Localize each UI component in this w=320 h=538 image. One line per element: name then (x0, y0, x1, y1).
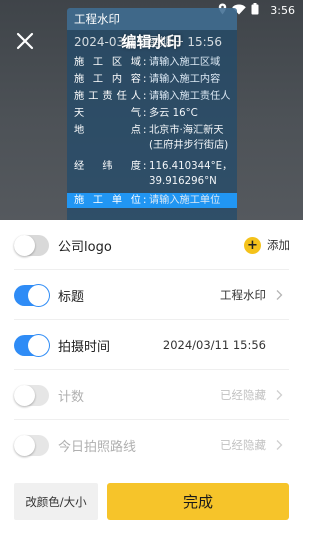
chevron-right-icon (276, 440, 283, 450)
watermark-row: 地点 : 北京市·海汇新天(王府井步行街店) (67, 123, 237, 153)
option-title[interactable]: 标题 工程水印 (0, 270, 303, 320)
chevron-right-icon (276, 290, 283, 300)
footer-bar: 改颜色/大小 完成 (0, 483, 303, 538)
option-label: 公司logo (58, 239, 112, 255)
done-button[interactable]: 完成 (107, 483, 289, 520)
watermark-row: 天气 : 多云 16°C (67, 106, 237, 121)
watermark-row-key: 天气 (74, 108, 141, 119)
watermark-row-key: 施工责任人 (74, 91, 141, 102)
watermark-row-value: 请输入施工区域 (149, 57, 221, 68)
option-label: 今日拍照路线 (58, 439, 137, 455)
watermark-row: 施工区域 : 请输入施工区域 (67, 55, 237, 70)
plus-icon: + (244, 236, 261, 254)
option-value: 2024/03/11 15:56 (162, 338, 266, 352)
option-label: 标题 (58, 289, 85, 305)
option-value: 已经隐藏 (220, 388, 266, 402)
option-label: 拍摄时间 (58, 339, 111, 355)
watermark-row: 经纬度 : 116.410344°E，39.916296°N (67, 159, 237, 189)
watermark-row-key: 地点 (74, 125, 141, 136)
option-label: 计数 (58, 389, 85, 405)
camera-preview: 3:56 工程水印 2024-03-11 星期一 15:56 施工区域 : 请输… (0, 0, 303, 220)
watermark-row: 施工内容 : 请输入施工内容 (67, 72, 237, 87)
option-count[interactable]: 计数 已经隐藏 (0, 370, 303, 420)
battery-icon (251, 3, 259, 18)
watermark-row-value: 116.410344°E，39.916296°N (149, 161, 233, 187)
watermark-row-key: 施工内容 (74, 74, 141, 85)
page-title: 编辑水印 (121, 33, 182, 51)
watermark-row: 施工单位 : 请输入施工单位 (67, 193, 237, 208)
add-label: 添加 (267, 238, 290, 252)
change-color-size-button[interactable]: 改颜色/大小 (14, 483, 98, 520)
watermark-row-key: 经纬度 (74, 161, 141, 172)
capture-time-toggle[interactable] (14, 334, 49, 356)
watermark-row: 施工责任人 : 请输入施工责任人 (67, 89, 237, 104)
watermark-row-key: 施工区域 (74, 57, 141, 68)
option-capture-time: 拍摄时间 2024/03/11 15:56 (0, 320, 303, 370)
watermark-row-value: 请输入施工责任人 (149, 91, 231, 102)
status-time: 3:56 (270, 4, 295, 17)
option-today-route[interactable]: 今日拍照路线 已经隐藏 (0, 420, 303, 470)
watermark-row-value: 请输入施工内容 (149, 74, 221, 85)
chevron-right-icon (276, 390, 283, 400)
company-logo-toggle[interactable] (14, 234, 49, 256)
watermark-row-value: 请输入施工单位 (149, 195, 221, 206)
today-route-toggle[interactable] (14, 434, 49, 456)
option-value: 工程水印 (220, 288, 266, 302)
count-toggle[interactable] (14, 384, 49, 406)
watermark-row-key: 施工单位 (74, 195, 141, 206)
watermark-row-value: 北京市·海汇新天(王府井步行街店) (149, 125, 229, 151)
watermark-title: 工程水印 (67, 8, 237, 30)
option-company-logo: 公司logo + 添加 (0, 220, 303, 270)
watermark-row-value: 多云 16°C (149, 108, 198, 119)
option-value: 已经隐藏 (220, 438, 266, 452)
add-logo-button[interactable]: + 添加 (244, 236, 290, 254)
title-toggle[interactable] (14, 284, 49, 306)
